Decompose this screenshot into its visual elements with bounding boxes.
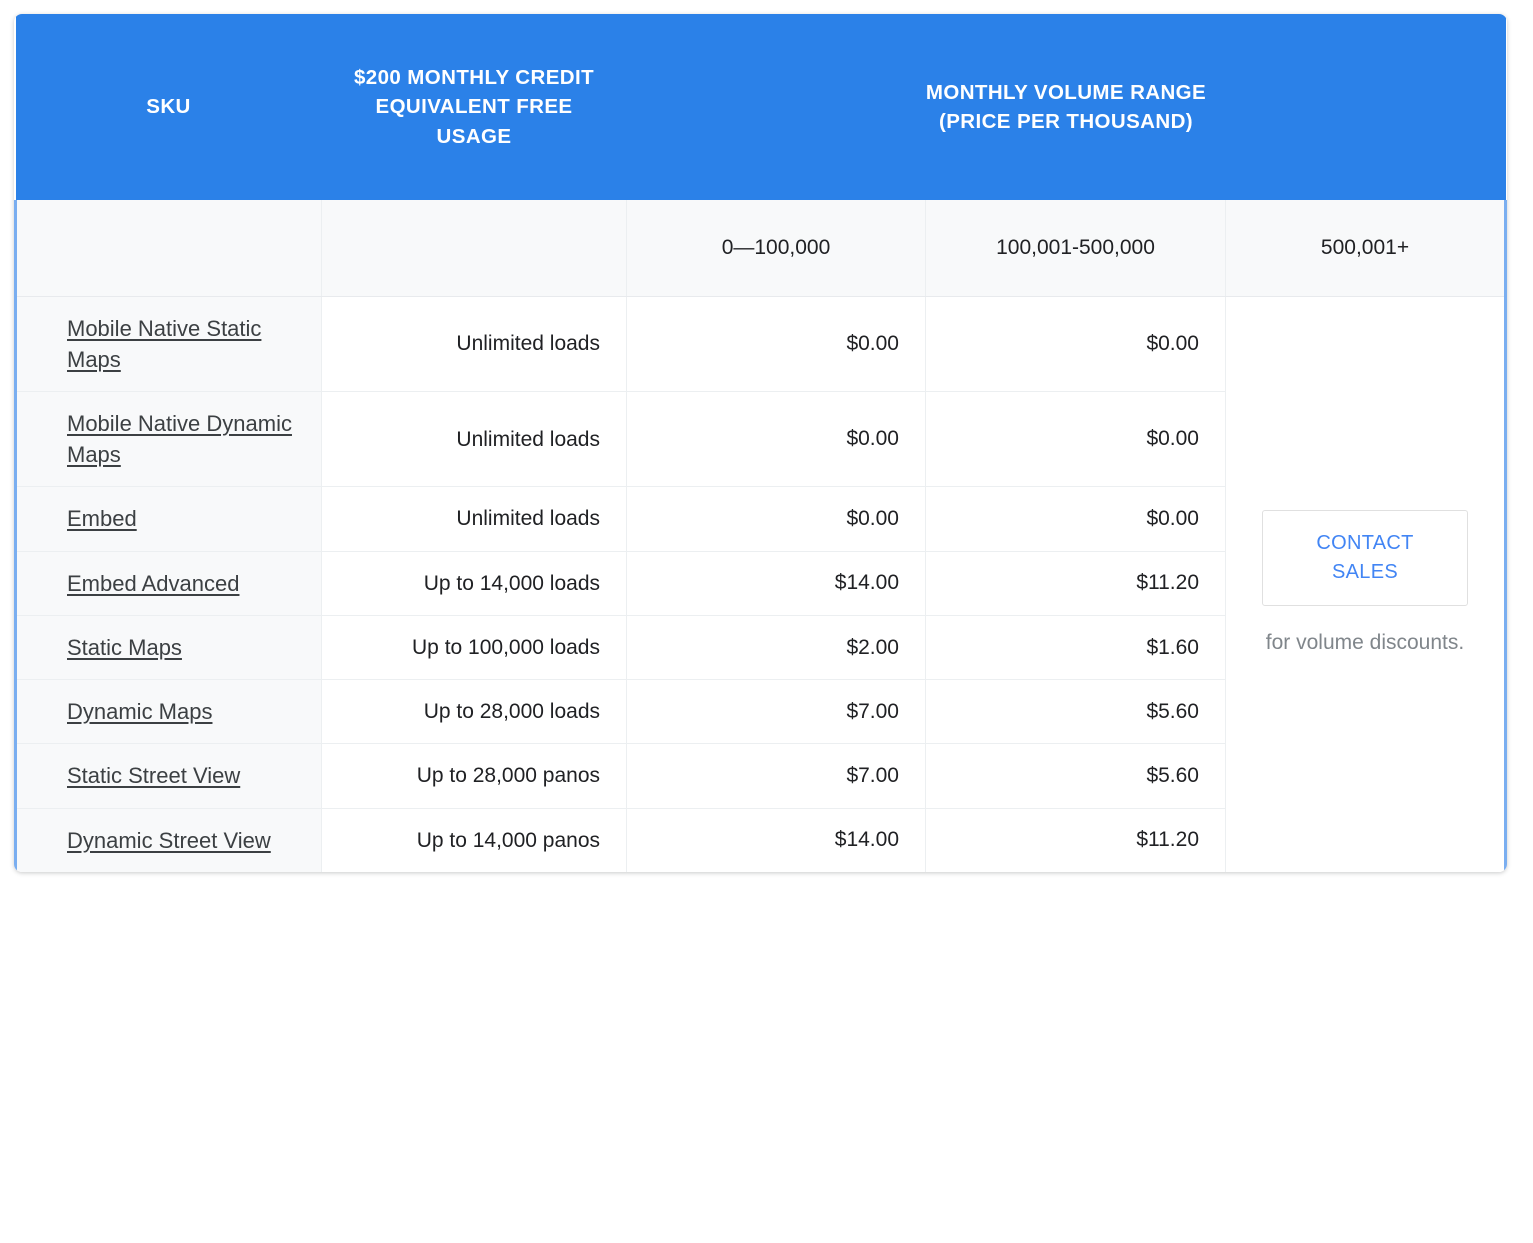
cell-price-tier-2: $5.60 — [926, 680, 1226, 744]
sku-link[interactable]: Dynamic Maps — [67, 699, 212, 724]
subheader-tier-2: 100,001-500,000 — [926, 200, 1226, 296]
cell-price-tier-2: $5.60 — [926, 744, 1226, 808]
cell-free-usage: Up to 14,000 panos — [322, 808, 627, 872]
table-header: SKU $200 MONTHLY CREDIT EQUIVALENT FREE … — [16, 14, 1506, 296]
volume-range-line-2: (PRICE PER THOUSAND) — [645, 107, 1488, 136]
cell-price-tier-2: $11.20 — [926, 808, 1226, 872]
column-header-monthly-volume-range: MONTHLY VOLUME RANGE (PRICE PER THOUSAND… — [627, 14, 1506, 200]
subheader-tier-3: 500,001+ — [1226, 200, 1506, 296]
sku-link[interactable]: Static Street View — [67, 763, 240, 788]
sku-link[interactable]: Static Maps — [67, 635, 182, 660]
table-row: Mobile Native Static Maps Unlimited load… — [16, 296, 1506, 391]
cell-price-tier-1: $14.00 — [627, 808, 926, 872]
cell-price-tier-1: $0.00 — [627, 391, 926, 486]
volume-range-line-1: MONTHLY VOLUME RANGE — [645, 78, 1488, 107]
pricing-table-container: SKU $200 MONTHLY CREDIT EQUIVALENT FREE … — [14, 14, 1504, 1229]
sku-link[interactable]: Mobile Native Static Maps — [67, 316, 261, 372]
cell-sku: Dynamic Street View — [16, 808, 322, 872]
contact-sales-group: CONTACT SALES for volume discounts. — [1246, 510, 1484, 657]
cell-sku: Mobile Native Static Maps — [16, 296, 322, 391]
cell-price-tier-1: $0.00 — [627, 487, 926, 551]
cell-price-tier-2: $11.20 — [926, 551, 1226, 615]
cell-sku: Mobile Native Dynamic Maps — [16, 391, 322, 486]
column-header-free-usage: $200 MONTHLY CREDIT EQUIVALENT FREE USAG… — [322, 14, 627, 200]
cell-price-tier-1: $7.00 — [627, 680, 926, 744]
column-header-sku: SKU — [16, 14, 322, 200]
cell-free-usage: Up to 14,000 loads — [322, 551, 627, 615]
subheader-tier-1: 0—100,000 — [627, 200, 926, 296]
header-row-tiers: 0—100,000 100,001-500,000 500,001+ — [16, 200, 1506, 296]
subheader-blank-free-usage — [322, 200, 627, 296]
cell-free-usage: Up to 28,000 loads — [322, 680, 627, 744]
cell-free-usage: Unlimited loads — [322, 487, 627, 551]
cell-sku: Dynamic Maps — [16, 680, 322, 744]
table-body: Mobile Native Static Maps Unlimited load… — [16, 296, 1506, 872]
sku-link[interactable]: Dynamic Street View — [67, 828, 271, 853]
cell-price-tier-2: $1.60 — [926, 615, 1226, 679]
cell-price-tier-1: $14.00 — [627, 551, 926, 615]
cell-price-tier-2: $0.00 — [926, 296, 1226, 391]
cell-sku: Static Street View — [16, 744, 322, 808]
cell-free-usage: Unlimited loads — [322, 296, 627, 391]
cell-free-usage: Up to 100,000 loads — [322, 615, 627, 679]
header-row-main: SKU $200 MONTHLY CREDIT EQUIVALENT FREE … — [16, 14, 1506, 200]
cell-price-tier-1: $0.00 — [627, 296, 926, 391]
cell-price-tier-1: $7.00 — [627, 744, 926, 808]
cell-contact-sales: CONTACT SALES for volume discounts. — [1226, 296, 1506, 872]
cell-price-tier-2: $0.00 — [926, 391, 1226, 486]
cell-sku: Embed — [16, 487, 322, 551]
cell-price-tier-2: $0.00 — [926, 487, 1226, 551]
cell-sku: Static Maps — [16, 615, 322, 679]
contact-sales-button[interactable]: CONTACT SALES — [1262, 510, 1468, 606]
sku-link[interactable]: Embed Advanced — [67, 571, 239, 596]
cell-price-tier-1: $2.00 — [627, 615, 926, 679]
sku-link[interactable]: Embed — [67, 506, 137, 531]
sku-link[interactable]: Mobile Native Dynamic Maps — [67, 411, 292, 467]
cell-free-usage: Up to 28,000 panos — [322, 744, 627, 808]
subheader-blank-sku — [16, 200, 322, 296]
contact-sales-note: for volume discounts. — [1266, 628, 1464, 657]
cell-free-usage: Unlimited loads — [322, 391, 627, 486]
pricing-table: SKU $200 MONTHLY CREDIT EQUIVALENT FREE … — [14, 14, 1507, 872]
cell-sku: Embed Advanced — [16, 551, 322, 615]
